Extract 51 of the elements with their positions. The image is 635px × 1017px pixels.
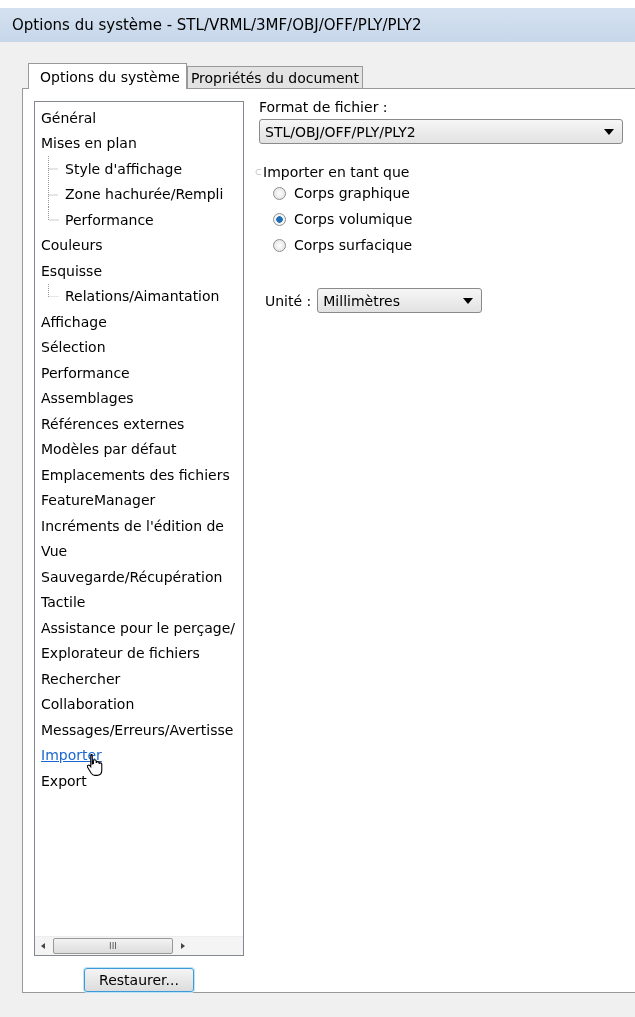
tab[interactable]: Propriétés du document bbox=[186, 66, 363, 88]
tree-item[interactable]: Explorateur de fichiers bbox=[41, 644, 200, 663]
tree-item[interactable]: Collaboration bbox=[41, 695, 135, 714]
tree-item[interactable]: Style d'affichage bbox=[65, 159, 183, 178]
radio-button[interactable] bbox=[273, 238, 286, 252]
group-corner-icon bbox=[255, 168, 261, 176]
group-label: Importer en tant que bbox=[263, 164, 410, 180]
tree-item[interactable]: Performance bbox=[65, 210, 154, 229]
caret-icon bbox=[463, 297, 474, 304]
unit-label: Unité : bbox=[265, 292, 312, 309]
tree-item[interactable]: Importer bbox=[41, 746, 102, 765]
tree-item[interactable]: Export bbox=[41, 771, 87, 790]
tree-item[interactable]: Messages/Erreurs/Avertisse bbox=[41, 720, 234, 739]
tree-item[interactable]: Rechercher bbox=[41, 669, 121, 688]
tree-item[interactable]: Assemblages bbox=[41, 389, 134, 408]
unit-dropdown[interactable]: Millimètres bbox=[317, 288, 483, 313]
tree-item[interactable]: Emplacements des fichiers bbox=[41, 465, 230, 484]
radio-label[interactable]: Corps surfacique bbox=[294, 237, 413, 253]
tree-item[interactable]: Affichage bbox=[41, 312, 107, 331]
tree-item[interactable]: Incréments de l'édition de bbox=[41, 516, 224, 535]
horizontal-scrollbar[interactable]: III bbox=[35, 936, 243, 955]
scroll-right-icon[interactable] bbox=[179, 942, 187, 950]
tree-item[interactable]: Général bbox=[41, 108, 97, 127]
tree-item[interactable]: Modèles par défaut bbox=[41, 440, 177, 459]
radio-button[interactable] bbox=[273, 186, 286, 200]
tree-item[interactable]: Assistance pour le perçage/ bbox=[41, 618, 235, 637]
tree-branch-line bbox=[48, 156, 59, 182]
window-title: Options du système - STL/VRML/3MF/OBJ/OFF/PLY/PLY2 bbox=[12, 16, 422, 34]
format-label: Format de fichier : bbox=[259, 99, 388, 115]
scroll-thumb[interactable]: III bbox=[53, 938, 173, 954]
caret-icon bbox=[604, 128, 614, 135]
radio-label[interactable]: Corps graphique bbox=[294, 185, 410, 201]
restore-button[interactable]: Restaurer... bbox=[84, 968, 194, 992]
tree-item[interactable]: Vue bbox=[41, 542, 68, 561]
tree-item[interactable]: FeatureManager bbox=[41, 491, 156, 510]
scroll-left-icon[interactable] bbox=[39, 942, 47, 950]
tree-item[interactable]: Performance bbox=[41, 363, 130, 382]
tree-item[interactable]: Tactile bbox=[41, 593, 86, 612]
tree-item[interactable]: Sélection bbox=[41, 338, 106, 357]
tree-branch-line bbox=[48, 283, 59, 297]
tab[interactable]: Options du système bbox=[28, 63, 187, 89]
radio-label[interactable]: Corps volumique bbox=[294, 211, 413, 227]
format-dropdown[interactable]: STL/OBJ/OFF/PLY/PLY2 bbox=[259, 119, 623, 144]
tree-item[interactable]: Mises en plan bbox=[41, 134, 137, 153]
tree-item[interactable]: Références externes bbox=[41, 414, 185, 433]
tree-item[interactable]: Couleurs bbox=[41, 236, 103, 255]
tree-item[interactable]: Sauvegarde/Récupération bbox=[41, 567, 223, 586]
radio-button[interactable] bbox=[273, 212, 286, 226]
tree-item[interactable]: Zone hachurée/Rempli bbox=[65, 185, 224, 204]
tree-item[interactable]: Esquisse bbox=[41, 261, 102, 280]
tree-item[interactable]: Relations/Aimantation bbox=[65, 287, 220, 306]
